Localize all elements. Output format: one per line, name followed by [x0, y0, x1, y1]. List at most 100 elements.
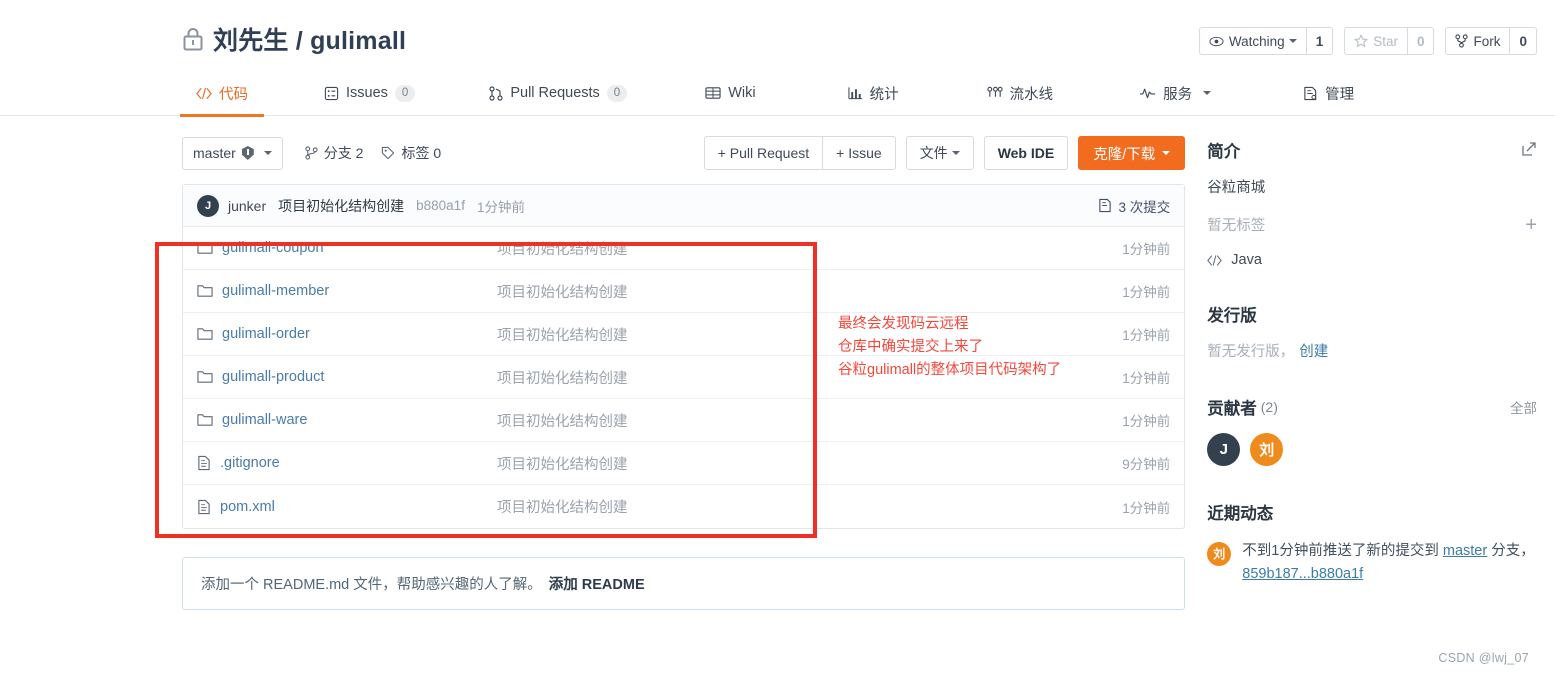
tab-issues-label: Issues — [346, 85, 388, 101]
commit-message[interactable]: 项目初始化结构创建 — [278, 196, 404, 216]
file-name-link[interactable]: gulimall-order — [222, 326, 310, 342]
eye-icon — [1209, 36, 1224, 46]
file-name-link[interactable]: pom.xml — [220, 499, 275, 515]
header-actions: Watching 1 Star 0 Fork 0 — [1198, 27, 1537, 55]
tab-wiki[interactable]: Wiki — [705, 70, 756, 116]
avatar[interactable]: 刘 — [1207, 542, 1232, 566]
file-commit-time: 1分钟前 — [1122, 500, 1171, 516]
table-row[interactable]: pom.xml 项目初始化结构创建 1分钟前 — [183, 485, 1184, 528]
tab-pull-requests[interactable]: Pull Requests 0 — [489, 70, 628, 116]
file-commit-message: 项目初始化结构创建 — [497, 241, 628, 258]
annotation-note: 最终会发现码云远程 仓库中确实提交上来了 谷粒gulimall的整体项目代码架构… — [838, 313, 1061, 382]
tab-pull-requests-label: Pull Requests — [510, 85, 600, 101]
annotation-line-3: 谷粒gulimall的整体项目代码架构了 — [838, 362, 1062, 378]
tab-code-label: 代码 — [219, 86, 248, 103]
plus-icon[interactable]: + — [1525, 215, 1537, 235]
activity-text-before: 不到1分钟前推送了新的提交到 — [1242, 543, 1439, 559]
file-commit-time: 1分钟前 — [1122, 242, 1171, 257]
file-name-link[interactable]: gulimall-member — [222, 283, 329, 299]
tab-service[interactable]: 服务 — [1139, 70, 1212, 116]
tab-pull-requests-badge: 0 — [606, 84, 628, 102]
about-description: 谷粒商城 — [1207, 180, 1266, 196]
table-row[interactable]: gulimall-coupon 项目初始化结构创建 1分钟前 — [183, 227, 1185, 270]
clone-download-button[interactable]: 克隆/下载 — [1078, 136, 1186, 170]
branch-name: master — [193, 145, 236, 161]
table-row[interactable]: gulimall-member 项目初始化结构创建 1分钟前 — [183, 270, 1185, 313]
tab-pipeline[interactable]: 流水线 — [986, 70, 1053, 116]
tag-icon — [382, 146, 395, 160]
file-commit-time: 1分钟前 — [1122, 285, 1171, 300]
tab-manage[interactable]: 管理 — [1303, 70, 1354, 116]
shield-icon — [241, 146, 254, 160]
toolbar-actions: + Pull Request + Issue 文件 Web IDE 克隆/下载 — [703, 136, 1186, 170]
activity-title: 近期动态 — [1207, 505, 1274, 523]
annotation-line-1: 最终会发现码云远程 — [838, 316, 969, 332]
fork-button[interactable]: Fork — [1445, 27, 1511, 55]
table-row[interactable]: .gitignore 项目初始化结构创建 9分钟前 — [183, 442, 1185, 485]
folder-icon — [197, 370, 213, 384]
readme-banner: 添加一个 README.md 文件，帮助感兴趣的人了解。 添加 README — [182, 557, 1186, 610]
avatar[interactable]: J — [1207, 433, 1241, 466]
language-label[interactable]: Java — [1231, 252, 1262, 268]
branches-link[interactable]: 分支 2 — [305, 143, 363, 163]
file-name-link[interactable]: .gitignore — [220, 455, 280, 471]
fork-button-group[interactable]: Fork 0 — [1445, 27, 1537, 55]
file-name-link[interactable]: gulimall-ware — [222, 412, 307, 428]
chevron-down-icon — [1203, 91, 1212, 95]
watch-button[interactable]: Watching — [1198, 27, 1307, 55]
new-issue-button[interactable]: + Issue — [823, 136, 896, 170]
avatar[interactable]: J — [197, 194, 219, 217]
releases-empty-label: 暂无发行版， — [1207, 344, 1295, 360]
file-commit-time: 1分钟前 — [1122, 414, 1171, 429]
chart-icon — [848, 87, 862, 100]
code-icon — [196, 87, 212, 99]
watch-button-group[interactable]: Watching 1 — [1198, 27, 1334, 55]
avatar[interactable]: 刘 — [1250, 433, 1284, 466]
branch-icon — [305, 146, 318, 160]
repository-page: 刘先生 / gulimall Watching 1 Star 0 Fork 0 … — [0, 0, 1555, 674]
file-name-link[interactable]: gulimall-product — [222, 369, 324, 385]
star-button-group[interactable]: Star 0 — [1344, 27, 1435, 55]
branch-selector[interactable]: master — [182, 136, 283, 170]
tab-statistics[interactable]: 统计 — [848, 70, 899, 116]
repo-meta-links: 分支 2 标签 0 — [305, 143, 441, 163]
new-pull-request-button[interactable]: + Pull Request — [703, 136, 824, 170]
repo-name[interactable]: gulimall — [310, 27, 406, 55]
files-dropdown-button[interactable]: 文件 — [905, 136, 974, 170]
activity-sha-link[interactable]: 859b187...b880a1f — [1242, 566, 1363, 582]
lock-icon — [182, 26, 204, 52]
create-release-link[interactable]: 创建 — [1299, 340, 1328, 361]
contributor-avatars: J刘 — [1207, 433, 1537, 466]
files-label: 文件 — [919, 145, 948, 161]
table-row[interactable]: gulimall-ware 项目初始化结构创建 1分钟前 — [183, 399, 1185, 442]
file-name-link[interactable]: gulimall-coupon — [222, 240, 324, 256]
commit-sha[interactable]: b880a1f — [416, 198, 465, 213]
tab-issues[interactable]: Issues 0 — [324, 70, 416, 116]
tags-link[interactable]: 标签 0 — [381, 143, 441, 163]
title-separator: / — [295, 27, 303, 55]
sidebar: 简介 谷粒商城 暂无标签 + Java 发行版 暂无发行版， 创建 贡献者 (2… — [1207, 136, 1537, 610]
commit-count-link[interactable]: 3 次提交 — [1098, 196, 1170, 216]
edit-icon[interactable] — [1521, 141, 1537, 160]
contributors-all-link[interactable]: 全部 — [1510, 397, 1537, 417]
tab-code[interactable]: 代码 — [180, 70, 264, 117]
watch-count: 1 — [1306, 27, 1334, 55]
file-commit-message: 项目初始化结构创建 — [497, 284, 628, 301]
star-button[interactable]: Star — [1344, 27, 1408, 55]
pull-request-icon — [489, 85, 503, 101]
watermark: CSDN @lwj_07 — [1438, 651, 1529, 665]
tab-wiki-label: Wiki — [728, 85, 756, 101]
repo-owner[interactable]: 刘先生 — [213, 27, 289, 55]
about-section-header: 简介 — [1207, 138, 1537, 162]
commit-time: 1分钟前 — [476, 199, 525, 215]
watch-label: Watching — [1228, 33, 1285, 49]
manage-icon — [1304, 86, 1317, 100]
commit-author[interactable]: junker — [228, 198, 266, 214]
add-readme-link[interactable]: 添加 README — [549, 573, 645, 594]
repo-toolbar: master 分支 2 标签 0 + Pull Request + Issue … — [182, 136, 1186, 170]
web-ide-button[interactable]: Web IDE — [983, 136, 1069, 170]
tab-service-label: 服务 — [1163, 86, 1193, 103]
readme-banner-text: 添加一个 README.md 文件，帮助感兴趣的人了解。 — [201, 577, 542, 593]
activity-branch-link[interactable]: master — [1443, 543, 1487, 559]
file-commit-message: 项目初始化结构创建 — [497, 413, 628, 430]
